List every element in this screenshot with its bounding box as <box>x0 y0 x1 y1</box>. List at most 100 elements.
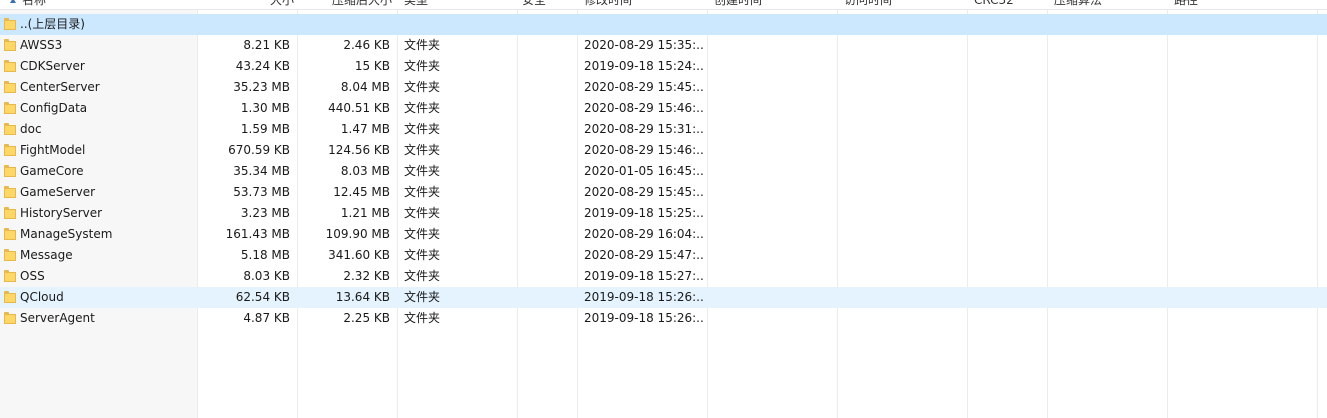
file-size: 43.24 KB <box>235 59 290 73</box>
file-size: 5.18 MB <box>240 248 290 262</box>
file-size: 8.21 KB <box>243 38 290 52</box>
table-row[interactable]: ManageSystem 161.43 MB 109.90 MB 文件夹 2020-08… <box>0 224 1327 245</box>
file-name: FightModel <box>20 143 86 157</box>
file-type: 文件夹 <box>404 122 441 136</box>
file-packed-size: 8.04 MB <box>340 80 390 94</box>
file-name: doc <box>20 122 42 136</box>
table-row[interactable]: ServerAgent 4.87 KB 2.25 KB 文件夹 2019-09-18 1… <box>0 308 1327 329</box>
file-size: 35.23 MB <box>233 80 290 94</box>
header-size[interactable]: 大小 <box>198 0 294 9</box>
header-method[interactable]: 压缩算法 <box>1054 0 1164 9</box>
file-name: CenterServer <box>20 80 100 94</box>
file-packed-size: 2.46 KB <box>343 38 390 52</box>
file-size: 670.59 KB <box>228 143 290 157</box>
file-size: 1.30 MB <box>240 101 290 115</box>
folder-icon <box>4 81 16 93</box>
header-packed-size[interactable]: 压缩后大小 <box>298 0 392 9</box>
folder-icon <box>4 18 16 30</box>
file-packed-size: 13.64 KB <box>335 290 390 304</box>
folder-icon <box>4 144 16 156</box>
header-type[interactable]: 类型 <box>404 0 514 9</box>
file-modified: 2020-08-29 15:31:... <box>584 122 704 136</box>
header-security[interactable]: 安全 <box>522 0 574 9</box>
file-packed-size: 124.56 KB <box>328 143 390 157</box>
file-modified: 2020-08-29 15:35:... <box>584 38 704 52</box>
file-name: HistoryServer <box>20 206 103 220</box>
table-row[interactable]: GameCore 35.34 MB 8.03 MB 文件夹 2020-01-05 16:… <box>0 161 1327 182</box>
file-modified: 2019-09-18 15:25:... <box>584 206 704 220</box>
column-header: 名称 大小 压缩后大小 类型 安全 修改时间 创建时间 访问时间 CRC32 压… <box>0 0 1327 10</box>
file-name: GameServer <box>20 185 96 199</box>
folder-icon <box>4 186 16 198</box>
header-name-label: 名称 <box>22 0 47 7</box>
file-modified: 2019-09-18 15:27:... <box>584 269 704 283</box>
file-name: ConfigData <box>20 101 88 115</box>
file-modified: 2020-08-29 15:46:... <box>584 101 704 115</box>
header-accessed[interactable]: 访问时间 <box>844 0 964 9</box>
table-row[interactable]: HistoryServer 3.23 MB 1.21 MB 文件夹 2019-09-18… <box>0 203 1327 224</box>
file-packed-size: 2.25 KB <box>343 311 390 325</box>
folder-icon <box>4 207 16 219</box>
folder-icon <box>4 249 16 261</box>
file-name: OSS <box>20 269 45 283</box>
sort-ascending-icon <box>10 0 16 3</box>
file-size: 4.87 KB <box>243 311 290 325</box>
table-row[interactable]: GameServer 53.73 MB 12.45 MB 文件夹 2020-08-29 … <box>0 182 1327 203</box>
file-modified: 2020-08-29 16:04:... <box>584 227 704 241</box>
header-name[interactable]: 名称 <box>10 0 195 9</box>
file-modified: 2020-08-29 15:46:... <box>584 143 704 157</box>
file-type: 文件夹 <box>404 59 441 73</box>
file-type: 文件夹 <box>404 290 441 304</box>
file-type: 文件夹 <box>404 143 441 157</box>
file-size: 8.03 KB <box>243 269 290 283</box>
folder-icon <box>4 60 16 72</box>
file-packed-size: 8.03 MB <box>340 164 390 178</box>
folder-icon <box>4 312 16 324</box>
file-rows: ..(上层目录) AWSS3 8.21 KB 2.46 KB 文件夹 2020-08-2… <box>0 14 1327 329</box>
folder-icon <box>4 102 16 114</box>
table-row[interactable]: Message 5.18 MB 341.60 KB 文件夹 2020-08-29 15:… <box>0 245 1327 266</box>
header-path[interactable]: 路径 <box>1174 0 1314 9</box>
file-type: 文件夹 <box>404 38 441 52</box>
table-row[interactable]: ConfigData 1.30 MB 440.51 KB 文件夹 2020-08-29 … <box>0 98 1327 119</box>
file-size: 35.34 MB <box>233 164 290 178</box>
file-packed-size: 1.47 MB <box>340 122 390 136</box>
file-name: Message <box>20 248 73 262</box>
header-crc32[interactable]: CRC32 <box>974 0 1044 9</box>
file-name: ServerAgent <box>20 311 95 325</box>
file-type: 文件夹 <box>404 311 441 325</box>
folder-icon <box>4 291 16 303</box>
file-type: 文件夹 <box>404 164 441 178</box>
file-size: 53.73 MB <box>233 185 290 199</box>
folder-icon <box>4 165 16 177</box>
file-modified: 2020-08-29 15:45:... <box>584 80 704 94</box>
folder-icon <box>4 39 16 51</box>
file-name: GameCore <box>20 164 84 178</box>
file-size: 3.23 MB <box>240 206 290 220</box>
file-name: AWSS3 <box>20 38 63 52</box>
table-row[interactable]: doc 1.59 MB 1.47 MB 文件夹 2020-08-29 15:31:... <box>0 119 1327 140</box>
file-name: QCloud <box>20 290 64 304</box>
file-packed-size: 12.45 MB <box>333 185 390 199</box>
file-type: 文件夹 <box>404 269 441 283</box>
file-packed-size: 341.60 KB <box>328 248 390 262</box>
table-row[interactable]: CDKServer 43.24 KB 15 KB 文件夹 2019-09-18 15:2… <box>0 56 1327 77</box>
file-size: 161.43 MB <box>225 227 290 241</box>
file-packed-size: 440.51 KB <box>328 101 390 115</box>
table-row[interactable]: AWSS3 8.21 KB 2.46 KB 文件夹 2020-08-29 15:35:.… <box>0 35 1327 56</box>
file-packed-size: 109.90 MB <box>325 227 390 241</box>
table-row[interactable]: CenterServer 35.23 MB 8.04 MB 文件夹 2020-08-29… <box>0 77 1327 98</box>
file-modified: 2020-08-29 15:47:... <box>584 248 704 262</box>
table-row[interactable]: OSS 8.03 KB 2.32 KB 文件夹 2019-09-18 15:27:... <box>0 266 1327 287</box>
archive-file-list[interactable]: 名称 大小 压缩后大小 类型 安全 修改时间 创建时间 访问时间 CRC32 压… <box>0 0 1327 418</box>
file-packed-size: 2.32 KB <box>343 269 390 283</box>
header-modified[interactable]: 修改时间 <box>584 0 704 9</box>
parent-directory-row[interactable]: ..(上层目录) <box>0 14 1327 35</box>
file-type: 文件夹 <box>404 248 441 262</box>
header-created[interactable]: 创建时间 <box>714 0 834 9</box>
file-size: 1.59 MB <box>240 122 290 136</box>
file-type: 文件夹 <box>404 206 441 220</box>
file-type: 文件夹 <box>404 227 441 241</box>
table-row[interactable]: QCloud 62.54 KB 13.64 KB 文件夹 2019-09-18 15:2… <box>0 287 1327 308</box>
table-row[interactable]: FightModel 670.59 KB 124.56 KB 文件夹 2020-08-2… <box>0 140 1327 161</box>
